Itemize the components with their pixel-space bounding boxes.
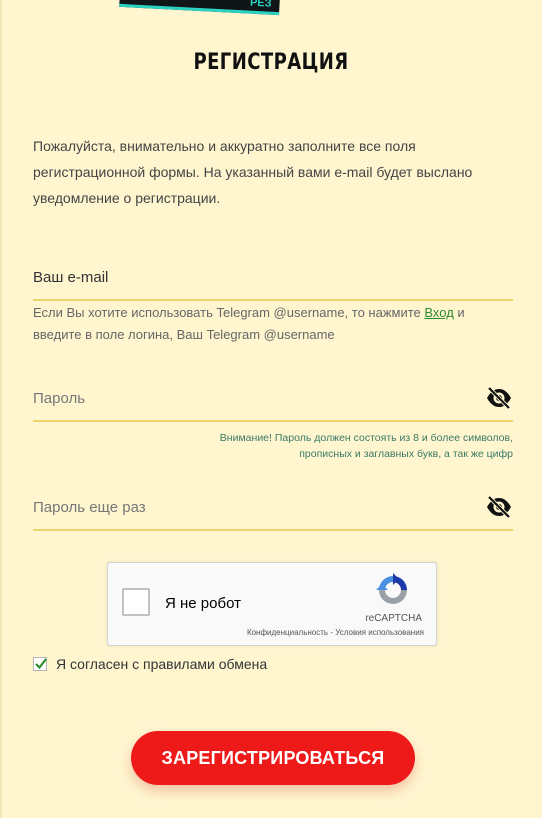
password-warning-line-1: Внимание! Пароль должен состоять из 8 и … (219, 432, 513, 444)
password-field-container (33, 376, 513, 422)
login-link[interactable]: Вход (424, 305, 453, 320)
recaptcha-label: Я не робот (165, 595, 241, 612)
banner-fragment-text: РЕЗ (249, 0, 272, 10)
recaptcha-logo-icon (376, 573, 407, 604)
recaptcha-brand: reCAPTCHA (365, 613, 422, 624)
agreement-label: Я согласен с правилами обмена (56, 656, 268, 672)
intro-text: Пожалуйста, внимательно и аккуратно запо… (33, 138, 473, 206)
password-repeat-field-container (33, 485, 513, 531)
page-title: РЕГИСТРАЦИЯ (193, 50, 349, 75)
password-repeat-field[interactable] (33, 485, 473, 529)
page-edge (0, 0, 2, 818)
telegram-hint: Если Вы хотите использовать Telegram @us… (33, 302, 513, 346)
telegram-hint-text-1: Если Вы хотите использовать Telegram @us… (33, 305, 425, 320)
recaptcha-links: Конфиденциальность - Условия использован… (247, 628, 424, 637)
recaptcha-privacy-link[interactable]: Конфиденциальность (247, 628, 328, 637)
email-field[interactable] (33, 255, 473, 299)
register-button[interactable]: ЗАРЕГИСТРИРОВАТЬСЯ (131, 731, 415, 785)
agreement-checkbox[interactable] (33, 657, 47, 671)
agreement-checkbox-row[interactable]: Я согласен с правилами обмена (33, 656, 267, 672)
eye-slash-icon[interactable] (485, 387, 513, 409)
password-field[interactable] (33, 376, 473, 420)
recaptcha-checkbox[interactable] (122, 588, 150, 616)
eye-slash-icon[interactable] (485, 496, 513, 518)
password-warning: Внимание! Пароль должен состоять из 8 и … (153, 430, 513, 462)
password-warning-line-2: прописных и заглавных букв, а так же циф… (299, 448, 513, 460)
top-banner-fragment: РЕЗ (119, 0, 281, 16)
checkmark-icon (35, 658, 47, 670)
email-field-container (33, 255, 513, 301)
recaptcha-widget: Я не робот reCAPTCHA Конфиденциальность … (107, 562, 437, 646)
recaptcha-terms-link[interactable]: Условия использования (335, 628, 424, 637)
